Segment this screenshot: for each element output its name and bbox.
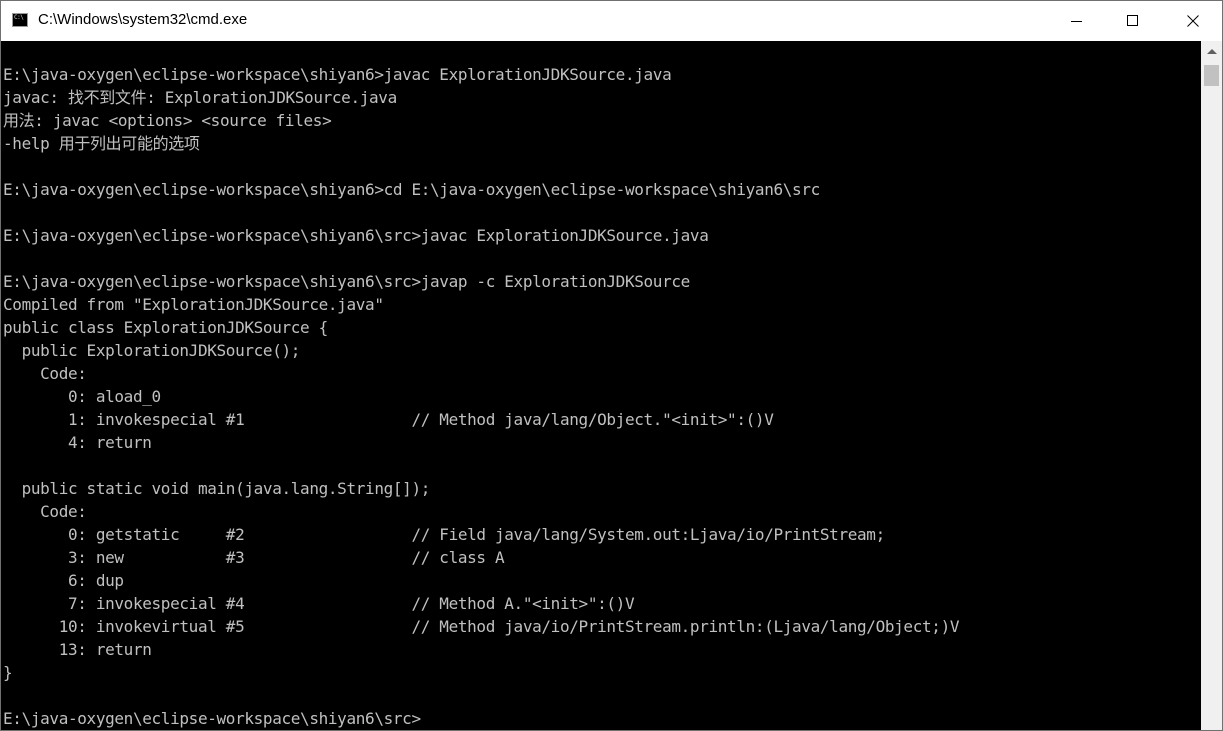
console-line: -help 用于列出可能的选项 (3, 134, 200, 153)
maximize-button[interactable] (1110, 1, 1156, 41)
console-lines: E:\java-oxygen\eclipse-workspace\shiyan6… (3, 63, 959, 730)
vertical-scrollbar[interactable] (1201, 41, 1222, 730)
close-button[interactable] (1166, 1, 1222, 41)
chevron-up-icon (1207, 49, 1217, 54)
console-line: E:\java-oxygen\eclipse-workspace\shiyan6… (3, 709, 421, 728)
scroll-up-button[interactable] (1201, 41, 1222, 62)
window-title: C:\Windows\system32\cmd.exe (38, 11, 248, 28)
console-line: E:\java-oxygen\eclipse-workspace\shiyan6… (3, 180, 820, 199)
cmd-icon-glyph: C:\ (14, 14, 24, 21)
console-line: 0: getstatic #2 // Field java/lang/Syste… (3, 525, 885, 544)
console-line: javac: 找不到文件: ExplorationJDKSource.java (3, 88, 397, 107)
console-line: 4: return (3, 433, 152, 452)
console-line: Code: (3, 502, 87, 521)
console-line: public class ExplorationJDKSource { (3, 318, 328, 337)
console-line: 用法: javac <options> <source files> (3, 111, 332, 130)
minimize-button[interactable] (1054, 1, 1100, 41)
maximize-icon (1127, 15, 1138, 26)
title-bar[interactable]: C:\ C:\Windows\system32\cmd.exe (1, 1, 1222, 41)
console-line: 7: invokespecial #4 // Method A."<init>"… (3, 594, 635, 613)
console-line: 6: dup (3, 571, 124, 590)
console-line: 0: aload_0 (3, 387, 161, 406)
scrollbar-thumb[interactable] (1204, 65, 1219, 86)
console-line: Compiled from "ExplorationJDKSource.java… (3, 295, 384, 314)
console-line: E:\java-oxygen\eclipse-workspace\shiyan6… (3, 272, 690, 291)
console-line: 3: new #3 // class A (3, 548, 505, 567)
close-icon (1187, 15, 1199, 27)
console-line: E:\java-oxygen\eclipse-workspace\shiyan6… (3, 226, 709, 245)
console-line: Code: (3, 364, 87, 383)
console-line: 10: invokevirtual #5 // Method java/io/P… (3, 617, 960, 636)
console-line: 13: return (3, 640, 152, 659)
console-line: 1: invokespecial #1 // Method java/lang/… (3, 410, 774, 429)
cmd-window: C:\ C:\Windows\system32\cmd.exe E:\java-… (0, 0, 1223, 731)
console-line: } (3, 663, 13, 682)
console-line: E:\java-oxygen\eclipse-workspace\shiyan6… (3, 65, 672, 84)
console-line: public ExplorationJDKSource(); (3, 341, 301, 360)
cmd-icon[interactable]: C:\ (12, 13, 28, 27)
console-line: public static void main(java.lang.String… (3, 479, 431, 498)
minimize-icon (1071, 21, 1082, 22)
console-output[interactable]: E:\java-oxygen\eclipse-workspace\shiyan6… (1, 41, 1199, 730)
